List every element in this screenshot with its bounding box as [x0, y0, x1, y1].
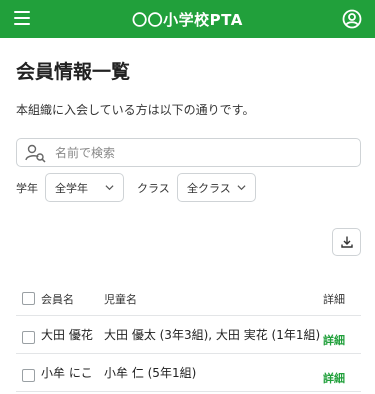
- detail-link[interactable]: 詳細: [323, 370, 345, 386]
- menu-icon[interactable]: [14, 11, 30, 25]
- select-all-checkbox[interactable]: [22, 292, 35, 305]
- children-names: 大田 優太 (3年3組), 大田 実花 (1年1組): [104, 328, 321, 342]
- page-title: 会員情報一覧: [16, 61, 131, 83]
- row-checkbox[interactable]: [22, 369, 35, 382]
- chevron-down-icon: [237, 185, 246, 191]
- search-input[interactable]: [55, 145, 345, 160]
- grade-select[interactable]: 全学年: [45, 173, 124, 202]
- grade-select-value: 全学年: [55, 181, 88, 195]
- app-title: 〇〇小学校PTA: [132, 10, 243, 29]
- download-icon: [340, 236, 353, 248]
- member-table: 会員名 児童名 詳細 大田 優花 大田 優太 (3年3組), 大田 実花 (1年…: [16, 280, 361, 392]
- detail-link[interactable]: 詳細: [323, 332, 345, 348]
- class-select-value: 全クラス: [187, 181, 231, 195]
- chevron-down-icon: [105, 185, 114, 191]
- intro-text: 本組織に入会している方は以下の通りです。: [16, 103, 255, 117]
- table-row: 大田 優花 大田 優太 (3年3組), 大田 実花 (1年1組) 詳細: [16, 316, 361, 354]
- header-member-name: 会員名: [41, 293, 74, 306]
- member-name-text: 小牟 にこ: [41, 366, 93, 380]
- member-name: 小牟 にこ: [41, 364, 93, 381]
- search-box[interactable]: [16, 138, 361, 167]
- account-icon[interactable]: [342, 9, 362, 29]
- app-bar: 〇〇小学校PTA: [0, 0, 375, 38]
- row-checkbox[interactable]: [22, 331, 35, 344]
- member-name: 大田 優花: [41, 326, 93, 343]
- table-header-row: 会員名 児童名 詳細: [16, 280, 361, 316]
- download-button[interactable]: [332, 228, 361, 256]
- user-search-icon: [25, 144, 46, 163]
- header-child-name: 児童名: [104, 293, 137, 306]
- header-detail: 詳細: [323, 293, 345, 306]
- class-label: クラス: [137, 182, 170, 195]
- grade-label: 学年: [16, 182, 38, 195]
- children-names: 小牟 仁 (5年1組): [104, 366, 197, 380]
- class-select[interactable]: 全クラス: [177, 173, 256, 202]
- member-name-text: 大田 優花: [41, 328, 93, 342]
- table-row: 小牟 にこ 小牟 仁 (5年1組) 詳細: [16, 354, 361, 392]
